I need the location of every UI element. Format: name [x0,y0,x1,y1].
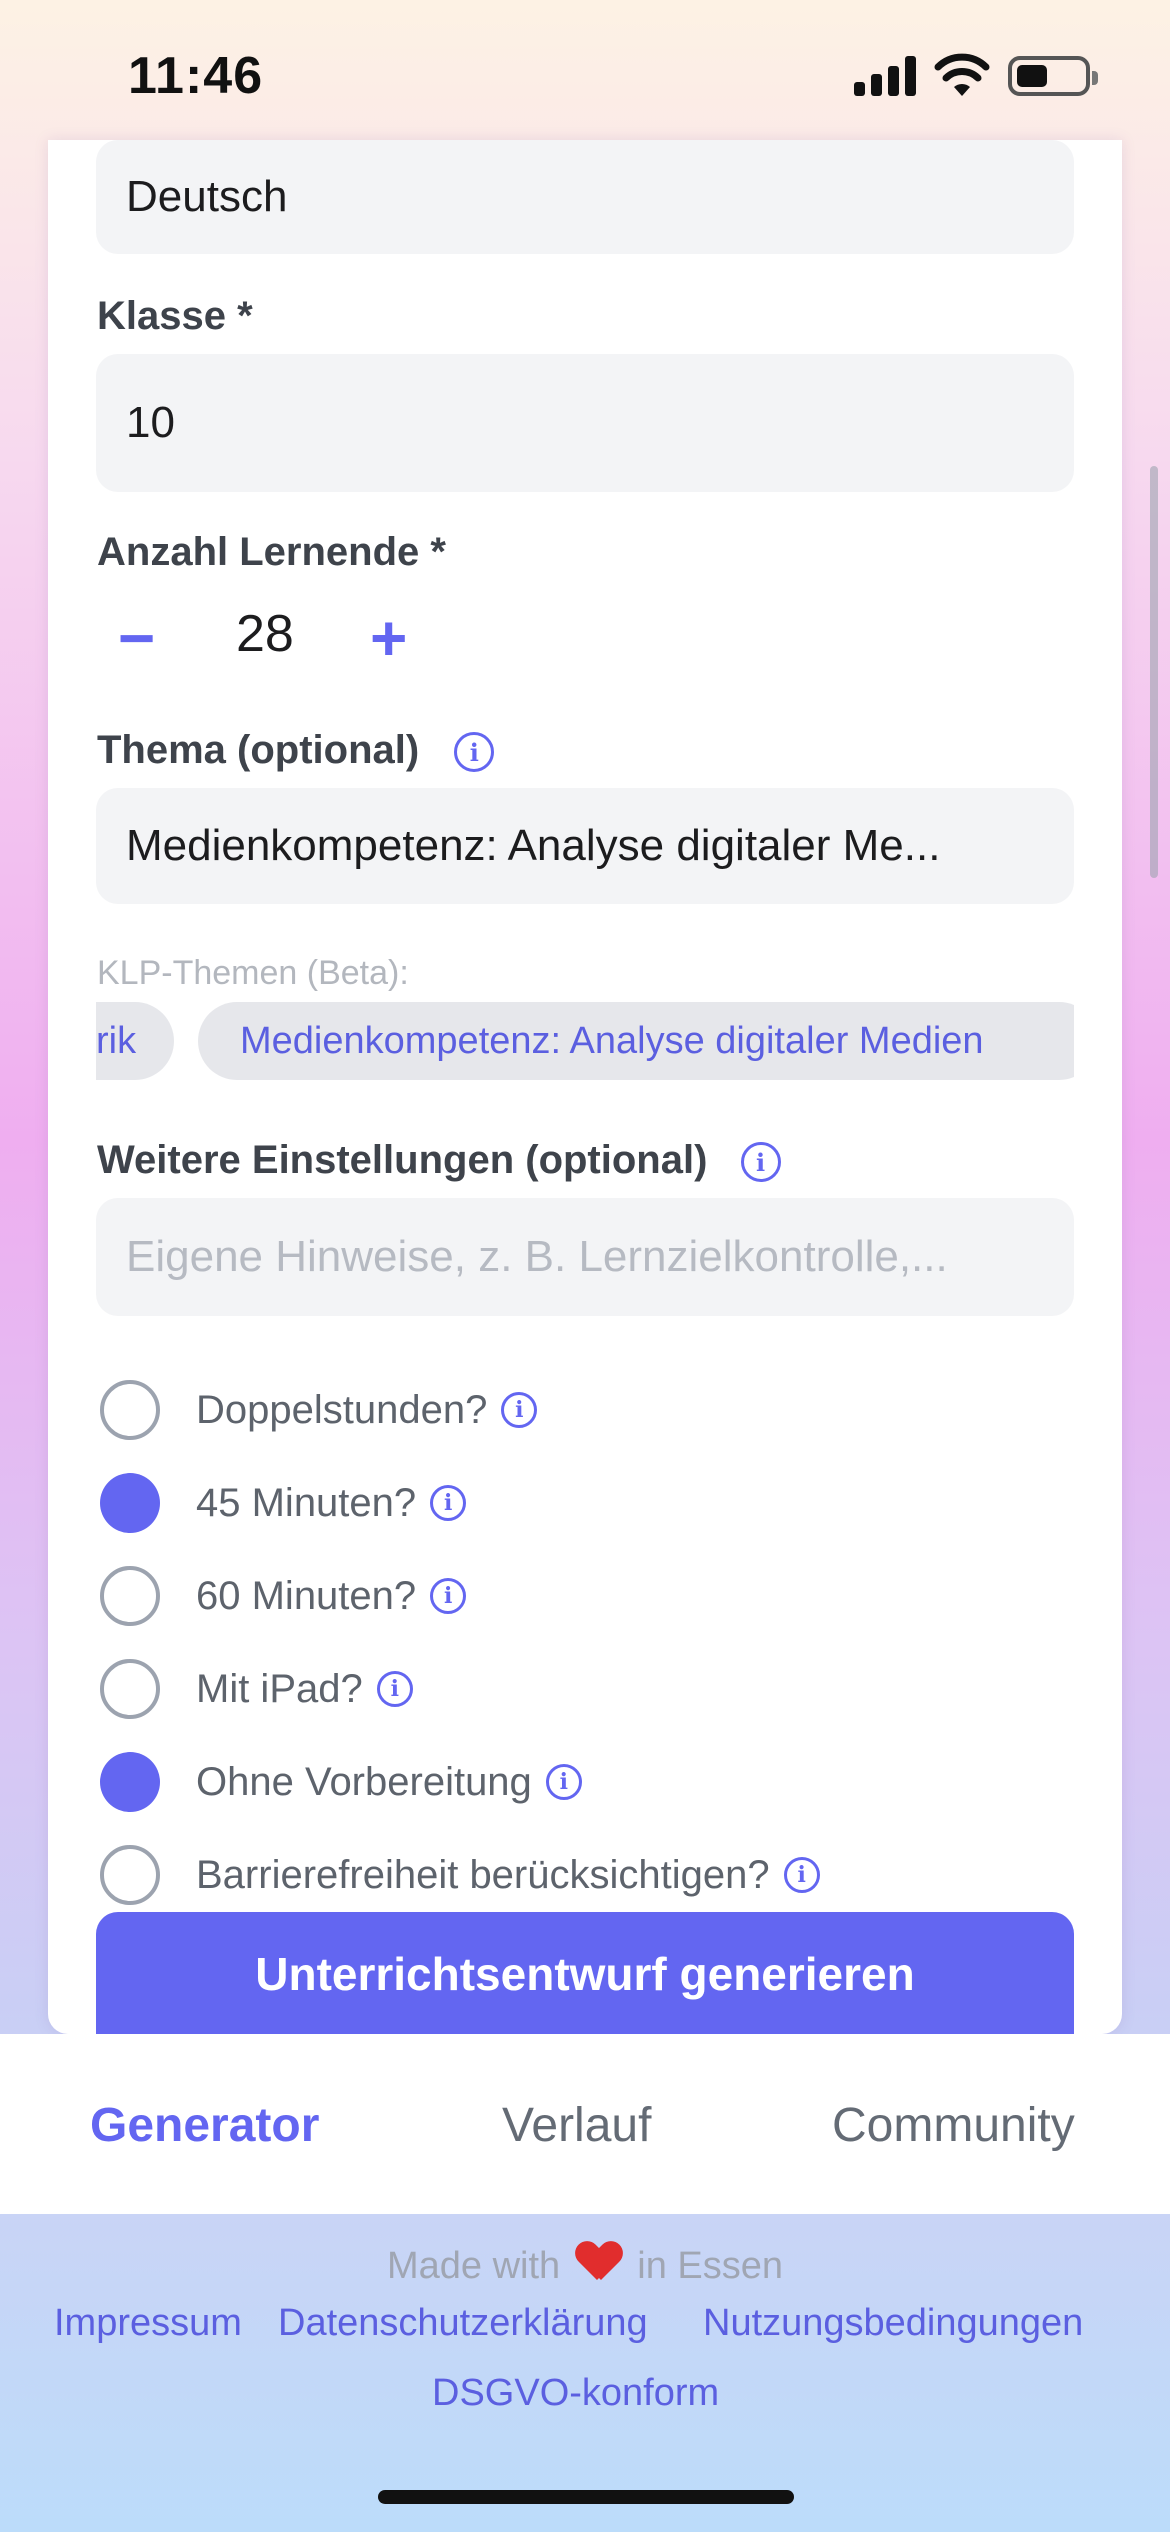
topic-label-row: Thema (optional) i [97,728,495,773]
tab-community[interactable]: Community [832,2098,1075,2153]
status-bar: 11:46 [0,0,1170,140]
radio-button[interactable] [100,1845,160,1905]
option-label: Doppelstunden? [196,1387,488,1432]
increment-button[interactable]: + [370,606,407,670]
wifi-icon [934,53,990,96]
cellular-signal-icon [854,56,916,96]
grade-field[interactable]: 10 [96,354,1074,492]
settings-input[interactable]: Eigene Hinweise, z. B. Lernzielkontrolle… [96,1198,1074,1316]
option-label: 60 Minuten? [196,1573,417,1618]
option-label: Barrierefreiheit berücksichtigen? [196,1852,770,1897]
option-60-minutes[interactable]: 60 Minuten? i [100,1566,467,1626]
grade-label: Klasse * [97,294,253,338]
students-count: 28 [236,605,294,663]
home-indicator[interactable] [378,2490,794,2504]
topic-info-icon[interactable]: i [454,732,495,773]
radio-button[interactable] [100,1566,160,1626]
settings-placeholder: Eigene Hinweise, z. B. Lernzielkontrolle… [126,1232,948,1281]
subject-field[interactable]: Deutsch [96,140,1074,254]
decrement-button[interactable]: − [118,606,155,670]
klp-chip-media[interactable]: Medienkompetenz: Analyse digitaler Medie… [198,1002,1074,1080]
settings-label: Weitere Einstellungen (optional) [97,1138,708,1182]
info-icon[interactable]: i [430,1578,467,1614]
terms-link[interactable]: Nutzungsbedingungen [703,2302,1083,2345]
footer: Made with in Essen Impressum Datenschutz… [0,2214,1170,2532]
made-suffix: in Essen [637,2245,784,2287]
topic-label: Thema (optional) [97,728,420,772]
option-label: Ohne Vorbereitung [196,1759,532,1804]
option-label: 45 Minuten? [196,1480,417,1525]
heart-icon [577,2242,621,2282]
generate-button[interactable]: Unterrichtsentwurf generieren [96,1912,1074,2036]
info-icon[interactable]: i [545,1764,582,1800]
tab-bar: Generator Verlauf Community [0,2034,1170,2214]
tab-verlauf[interactable]: Verlauf [502,2098,651,2153]
klp-chip-list: rik Medienkompetenz: Analyse digitaler M… [96,1002,1074,1080]
battery-icon [1008,56,1098,96]
privacy-link[interactable]: Datenschutzerklärung [278,2302,648,2345]
radio-button-selected[interactable] [100,1752,160,1812]
info-icon[interactable]: i [376,1671,413,1707]
settings-info-icon[interactable]: i [740,1142,781,1183]
grade-value: 10 [126,398,175,447]
topic-value: Medienkompetenz: Analyse digitaler Me... [126,821,941,870]
radio-button[interactable] [100,1380,160,1440]
tab-generator[interactable]: Generator [90,2098,319,2153]
option-double-lesson[interactable]: Doppelstunden? i [100,1380,538,1440]
radio-button-selected[interactable] [100,1473,160,1533]
info-icon[interactable]: i [430,1485,467,1521]
students-label: Anzahl Lernende * [97,530,446,574]
made-with-line: Made with in Essen [0,2242,1170,2288]
info-icon[interactable]: i [783,1857,820,1893]
impressum-link[interactable]: Impressum [54,2302,242,2345]
scrollbar[interactable] [1150,466,1158,878]
topic-input[interactable]: Medienkompetenz: Analyse digitaler Me... [96,788,1074,904]
radio-button[interactable] [100,1659,160,1719]
option-label: Mit iPad? [196,1666,363,1711]
gdpr-link[interactable]: DSGVO-konform [432,2372,719,2415]
info-icon[interactable]: i [501,1392,538,1428]
status-time: 11:46 [128,47,264,105]
made-prefix: Made with [386,2245,561,2287]
subject-value: Deutsch [126,172,288,221]
option-45-minutes[interactable]: 45 Minuten? i [100,1473,467,1533]
settings-label-row: Weitere Einstellungen (optional) i [97,1138,781,1183]
option-ipad[interactable]: Mit iPad? i [100,1659,413,1719]
klp-chip[interactable]: rik [96,1002,174,1080]
klp-label: KLP-Themen (Beta): [97,954,409,992]
option-accessibility[interactable]: Barrierefreiheit berücksichtigen? i [100,1845,820,1905]
option-no-preparation[interactable]: Ohne Vorbereitung i [100,1752,582,1812]
